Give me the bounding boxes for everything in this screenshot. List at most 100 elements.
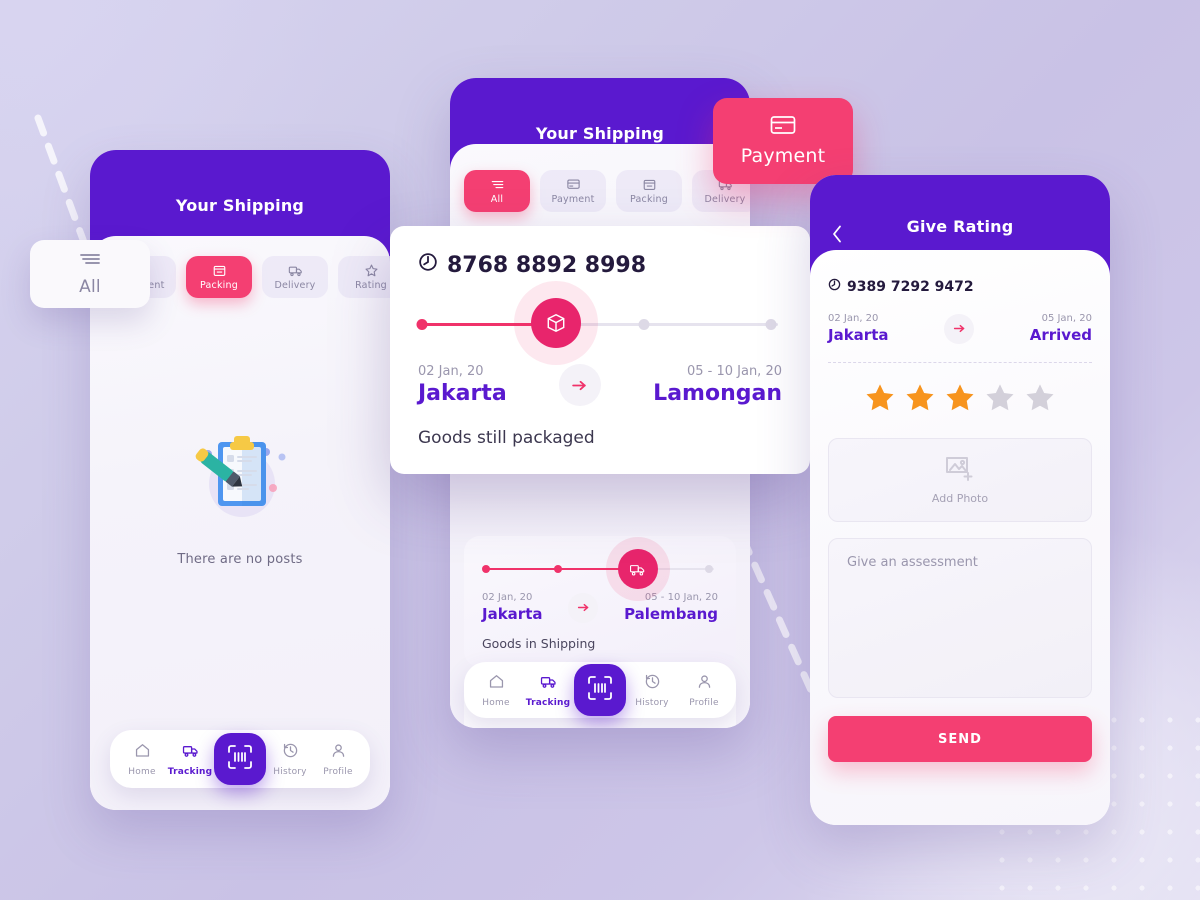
nav-item-tracking[interactable]: Tracking <box>166 742 214 777</box>
tracking-icon <box>418 252 438 278</box>
nav-item-profile[interactable]: Profile <box>314 742 362 777</box>
send-button[interactable]: SEND <box>828 716 1092 762</box>
tab-label: Delivery <box>704 194 746 205</box>
tab-label: Packing <box>200 280 238 291</box>
route-arrow-icon <box>568 592 599 623</box>
floating-chip-all[interactable]: All <box>30 240 150 308</box>
progress-node-box <box>531 298 582 348</box>
nav-item-tracking[interactable]: Tracking <box>522 673 574 708</box>
progress-node-truck <box>617 549 658 589</box>
chip-all-label: All <box>79 277 101 297</box>
nav-label: Home <box>128 766 156 777</box>
box-icon <box>212 263 227 278</box>
star-icon[interactable] <box>1025 383 1055 416</box>
left-phone-body: AllPaymentPackingDeliveryRating <box>90 236 390 810</box>
star-icon <box>364 263 379 278</box>
star-icon[interactable] <box>905 383 935 416</box>
home-icon <box>488 673 505 694</box>
history-icon <box>282 742 299 763</box>
history-icon <box>644 673 661 694</box>
star-icon[interactable] <box>865 383 895 416</box>
nav-label: Tracking <box>167 766 213 777</box>
tab-all[interactable]: All <box>464 170 530 212</box>
nav-label: Profile <box>689 697 719 708</box>
nav-label: Profile <box>323 766 353 777</box>
rating-divider <box>828 362 1092 363</box>
left-bottom-nav: Home Tracking History Profile <box>110 730 370 788</box>
nav-label: Home <box>482 697 510 708</box>
rating-stars[interactable] <box>828 383 1092 416</box>
barcode-scan-icon <box>587 675 613 705</box>
nav-label: History <box>635 697 669 708</box>
route-arrow-icon <box>944 313 975 344</box>
nav-item-home[interactable]: Home <box>470 673 522 708</box>
tracking-route: 02 Jan, 20 Jakarta 05 - 10 Jan, 20 Palem… <box>482 592 718 623</box>
chip-payment-label: Payment <box>740 145 826 167</box>
route-destination: 05 - 10 Jan, 20 Palembang <box>624 592 718 623</box>
featured-tracking-card[interactable]: 8768 8892 8998 02 Jan, 20 Jakarta 05 - 1… <box>390 226 810 474</box>
nav-scan-button[interactable] <box>574 664 626 716</box>
tab-label: Rating <box>355 280 387 291</box>
add-photo-button[interactable]: Add Photo <box>828 438 1092 522</box>
assessment-placeholder: Give an assessment <box>847 555 978 570</box>
empty-state-text: There are no posts <box>177 552 303 567</box>
star-icon[interactable] <box>985 383 1015 416</box>
star-icon[interactable] <box>945 383 975 416</box>
featured-route: 02 Jan, 20 Jakarta 05 - 10 Jan, 20 Lamon… <box>418 364 782 406</box>
floating-chip-payment[interactable]: Payment <box>713 98 853 184</box>
featured-status: Goods still packaged <box>418 428 595 448</box>
empty-state: There are no posts <box>90 426 390 567</box>
left-phone-title: Your Shipping <box>175 196 305 215</box>
add-photo-label: Add Photo <box>931 491 989 505</box>
mid-bottom-nav: Home Tracking History Profile <box>464 662 736 718</box>
route-destination: 05 Jan, 20 Arrived <box>1029 313 1092 344</box>
home-icon <box>134 742 151 763</box>
route-origin: 02 Jan, 20 Jakarta <box>482 592 543 623</box>
mid-phone-title: Your Shipping <box>535 124 665 143</box>
lines-icon <box>79 251 101 271</box>
phone-give-rating: Give Rating 9389 7292 9472 02 Jan, 20 Ja… <box>810 175 1110 825</box>
tab-label: Delivery <box>274 280 316 291</box>
nav-item-profile[interactable]: Profile <box>678 673 730 708</box>
tab-packing[interactable]: Packing <box>616 170 682 212</box>
nav-item-history[interactable]: History <box>266 742 314 777</box>
person-icon <box>330 742 347 763</box>
tracking-icon <box>828 278 841 295</box>
clipboard-pen-illustration <box>195 436 286 517</box>
assessment-textarea[interactable]: Give an assessment <box>828 538 1092 698</box>
barcode-scan-icon <box>227 744 253 774</box>
nav-label: History <box>273 766 307 777</box>
tab-delivery[interactable]: Delivery <box>262 256 328 298</box>
route-origin: 02 Jan, 20 Jakarta <box>418 364 507 406</box>
route-destination: 05 - 10 Jan, 20 Lamongan <box>653 364 782 406</box>
rating-code-text: 9389 7292 9472 <box>847 278 974 295</box>
nav-label: Tracking <box>525 697 571 708</box>
route-arrow-icon <box>558 364 601 406</box>
tracking-status: Goods in Shipping <box>482 636 596 651</box>
nav-scan-button[interactable] <box>214 733 266 785</box>
truck-icon <box>288 263 303 278</box>
tracking-card[interactable]: 02 Jan, 20 Jakarta 05 - 10 Jan, 20 Palem… <box>464 536 736 667</box>
featured-progress <box>416 298 782 348</box>
nav-item-history[interactable]: History <box>626 673 678 708</box>
nav-item-home[interactable]: Home <box>118 742 166 777</box>
tab-rating[interactable]: Rating <box>338 256 390 298</box>
truck-icon <box>540 673 557 694</box>
box-icon <box>642 177 657 192</box>
lines-icon <box>490 177 505 192</box>
rating-route: 02 Jan, 20 Jakarta 05 Jan, 20 Arrived <box>828 313 1092 344</box>
tab-label: Payment <box>551 194 595 205</box>
route-origin: 02 Jan, 20 Jakarta <box>828 313 889 344</box>
add-photo-icon <box>945 456 975 486</box>
mid-tab-row: All Payment Packing Delivery <box>464 170 750 212</box>
featured-code-text: 8768 8892 8998 <box>447 252 647 278</box>
featured-card-code: 8768 8892 8998 <box>418 252 782 278</box>
rating-tracking-code: 9389 7292 9472 <box>828 278 1092 295</box>
truck-icon <box>182 742 199 763</box>
card-icon <box>770 115 796 139</box>
tab-payment[interactable]: Payment <box>540 170 606 212</box>
tab-packing[interactable]: Packing <box>186 256 252 298</box>
right-phone-body: 9389 7292 9472 02 Jan, 20 Jakarta 05 Jan… <box>810 250 1110 825</box>
card-icon <box>566 177 581 192</box>
tracking-progress <box>482 549 718 589</box>
